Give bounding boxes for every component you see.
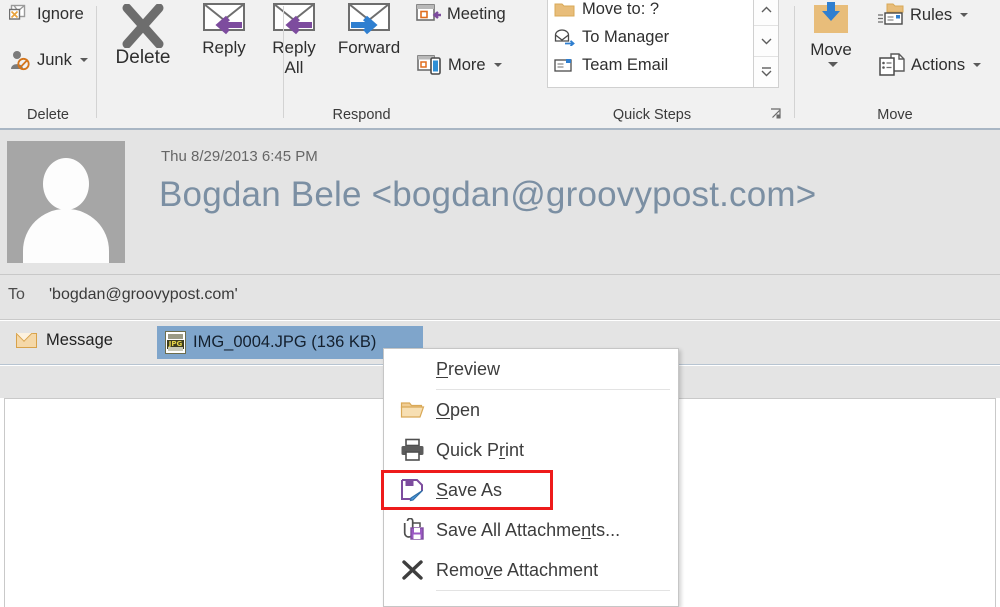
save-as-icon: [390, 475, 436, 505]
context-menu-item-save-all-attachments[interactable]: Save All Attachments...: [384, 510, 678, 550]
forward-envelope-icon: [554, 28, 575, 46]
attachment-label: IMG_0004.JPG (136 KB): [193, 333, 377, 351]
delete-x-icon: [120, 4, 166, 48]
folder-open-icon: [390, 395, 436, 425]
quick-steps-gallery[interactable]: Move to: ? To Manager Team Email: [547, 0, 779, 88]
delete-button[interactable]: Delete: [108, 4, 178, 68]
reply-all-label-line2: All: [284, 58, 304, 77]
context-menu-item-preview-label: Preview: [436, 358, 501, 379]
move-label: Move: [810, 40, 852, 59]
move-dropdown-caret[interactable]: [827, 62, 838, 67]
avatar-head: [43, 158, 89, 210]
to-value[interactable]: 'bogdan@groovypost.com': [49, 286, 238, 304]
quick-steps-scroll-up[interactable]: [754, 0, 778, 26]
recipient-row: To 'bogdan@groovypost.com': [0, 275, 1000, 320]
message-date: Thu 8/29/2013 6:45 PM: [161, 148, 318, 165]
context-menu-item-remove-attachment-label: Remove Attachment: [436, 559, 599, 580]
move-folder-icon: [807, 2, 855, 40]
group-label-quick-steps: Quick Steps: [612, 107, 692, 123]
reply-button[interactable]: Reply: [194, 2, 254, 58]
jpg-file-icon: JPG: [165, 331, 186, 354]
junk-icon: [8, 48, 32, 72]
junk-label: Junk: [37, 50, 72, 69]
avatar: [7, 141, 125, 263]
to-label: To: [8, 286, 25, 303]
junk-button[interactable]: Junk: [8, 48, 88, 72]
context-menu-item-save-all-attachments-label: Save All Attachments...: [436, 519, 621, 540]
quick-steps-scrollbar[interactable]: [753, 0, 778, 87]
rules-dropdown-caret[interactable]: [960, 13, 969, 17]
preview-icon-slot: [390, 354, 436, 384]
message-header-pane: Thu 8/29/2013 6:45 PM Bogdan Bele <bogda…: [0, 130, 1000, 275]
message-tab-label: Message: [46, 331, 113, 349]
ignore-icon: [8, 2, 32, 26]
context-menu-item-open-label: Open: [436, 399, 481, 420]
forward-label: Forward: [337, 38, 401, 57]
rules-icon: [877, 2, 905, 28]
envelope-icon: [16, 333, 37, 348]
actions-icon: [878, 52, 906, 78]
delete-label: Delete: [115, 47, 171, 68]
team-email-icon: [554, 57, 575, 74]
quick-steps-scroll-more[interactable]: [754, 57, 778, 87]
quick-step-to-manager-label: To Manager: [582, 27, 670, 46]
message-tab[interactable]: Message: [16, 331, 113, 350]
context-menu-item-preview[interactable]: Preview: [384, 349, 678, 389]
attachment-context-menu[interactable]: Preview Open Quick Print Save As Save Al…: [381, 348, 679, 607]
avatar-body: [23, 209, 109, 263]
rules-button[interactable]: Rules: [877, 2, 969, 28]
ribbon: Ignore Junk Delete Reply Reply All Forwa…: [0, 0, 1000, 130]
save-all-attachments-icon: [390, 515, 436, 545]
more-label: More: [448, 55, 486, 74]
move-button[interactable]: Move: [800, 2, 862, 67]
context-menu-item-remove-attachment[interactable]: Remove Attachment: [384, 550, 678, 590]
forward-button[interactable]: Forward: [330, 2, 408, 58]
reply-all-label-line1: Reply: [272, 38, 316, 57]
reply-all-button[interactable]: Reply All: [262, 2, 326, 78]
meeting-icon: [416, 2, 442, 26]
reply-label: Reply: [202, 38, 246, 57]
outlook-message-window: Ignore Junk Delete Reply Reply All Forwa…: [0, 0, 1000, 607]
meeting-button[interactable]: Meeting: [416, 2, 506, 26]
more-button[interactable]: More: [417, 52, 502, 78]
printer-icon: [390, 435, 436, 465]
quick-step-move-to[interactable]: Move to: ?: [548, 0, 778, 23]
quick-step-move-to-label: Move to: ?: [582, 0, 660, 18]
context-menu-item-save-as-label: Save As: [436, 479, 503, 500]
context-menu-separator-2: [436, 590, 670, 591]
more-dropdown-caret[interactable]: [493, 63, 502, 67]
message-sender: Bogdan Bele <bogdan@groovypost.com>: [159, 175, 817, 214]
ignore-button[interactable]: Ignore: [8, 2, 84, 26]
quick-step-to-manager[interactable]: To Manager: [548, 23, 778, 51]
actions-dropdown-caret[interactable]: [973, 63, 982, 67]
actions-label: Actions: [911, 55, 966, 74]
reply-icon: [199, 2, 249, 38]
rules-label: Rules: [910, 5, 953, 24]
quick-steps-scroll-down[interactable]: [754, 26, 778, 57]
more-icon: [417, 52, 443, 78]
group-label-delete: Delete: [27, 107, 69, 123]
ignore-label: Ignore: [37, 4, 84, 23]
context-menu-item-save-as[interactable]: Save As: [381, 470, 678, 510]
context-menu-item-quick-print[interactable]: Quick Print: [384, 430, 678, 470]
forward-icon: [344, 2, 394, 38]
remove-attachment-icon: [390, 555, 436, 585]
actions-button[interactable]: Actions: [878, 52, 982, 78]
context-menu-item-open[interactable]: Open: [384, 390, 678, 430]
meeting-label: Meeting: [447, 4, 506, 23]
folder-icon: [554, 1, 575, 18]
reply-all-icon: [269, 2, 319, 38]
group-label-move: Move: [877, 107, 913, 123]
junk-dropdown-caret[interactable]: [79, 58, 88, 62]
quick-step-team-email-label: Team Email: [582, 55, 669, 74]
context-menu-item-quick-print-label: Quick Print: [436, 439, 525, 460]
ribbon-group-labels: Delete Respond Quick Steps Move: [0, 102, 1000, 128]
group-label-respond: Respond: [332, 107, 391, 123]
quick-step-team-email[interactable]: Team Email: [548, 51, 778, 79]
